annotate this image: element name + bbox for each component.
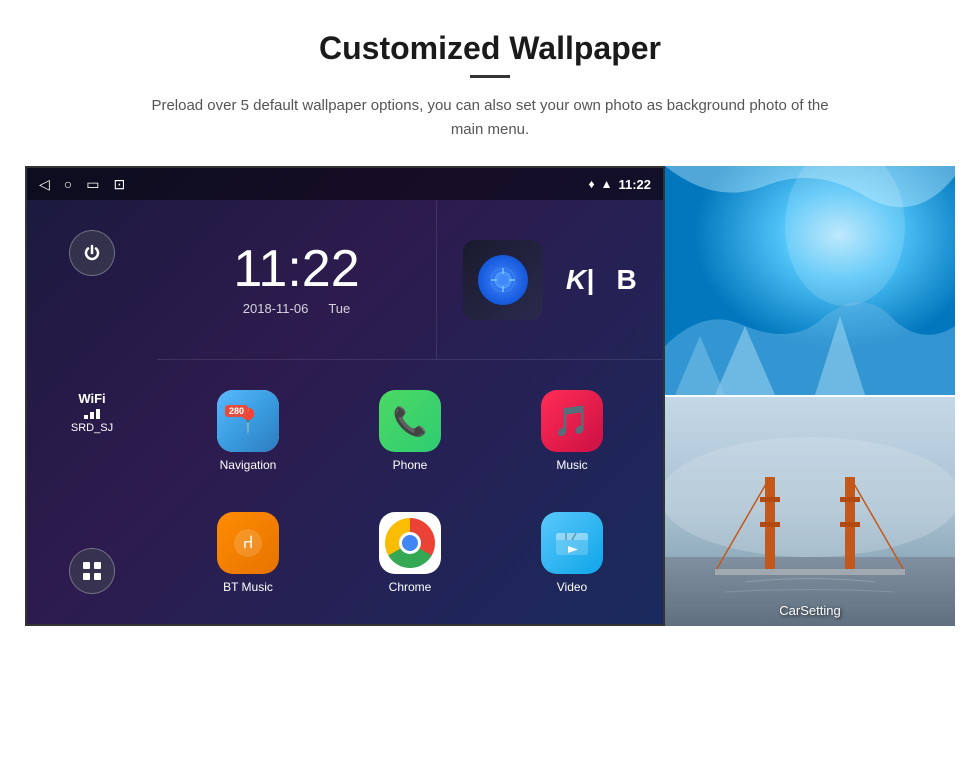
navigation-icon: 📍 xyxy=(217,390,279,452)
title-divider xyxy=(470,75,510,78)
app-item-music[interactable]: 🎵 Music xyxy=(491,370,653,492)
clock-date: 2018-11-06 Tue xyxy=(243,301,350,316)
phone-icon: 📞 xyxy=(379,390,441,452)
chrome-inner-circle xyxy=(399,532,421,554)
power-button[interactable] xyxy=(69,230,115,276)
app-grid: 📍 Navigation 📞 Phone xyxy=(157,360,663,624)
chrome-icon xyxy=(379,512,441,574)
recents-icon[interactable]: ▭ xyxy=(86,176,99,193)
signal-icon xyxy=(478,255,528,305)
right-panels: CarSetting xyxy=(665,166,955,626)
clock-section: 11:22 2018-11-06 Tue xyxy=(157,200,437,360)
left-sidebar: WiFi SRD_SJ xyxy=(27,200,157,624)
clock-time: 11:22 xyxy=(233,243,359,295)
wifi-bar-2 xyxy=(90,412,94,419)
navigation-label: Navigation xyxy=(220,458,277,472)
page-title: Customized Wallpaper xyxy=(319,30,661,67)
car-setting-label: CarSetting xyxy=(665,603,955,618)
screen-wrapper: ◁ ○ ▭ ⊡ ♦ ▲ 11:22 xyxy=(25,166,955,626)
wallpaper-bridge[interactable]: CarSetting xyxy=(665,397,955,626)
status-icons: ♦ ▲ 11:22 xyxy=(588,177,651,192)
page-container: Customized Wallpaper Preload over 5 defa… xyxy=(0,0,980,758)
app-item-navigation[interactable]: 📍 Navigation xyxy=(167,370,329,492)
main-content: 11:22 2018-11-06 Tue xyxy=(157,200,663,624)
nav-icons: ◁ ○ ▭ ⊡ xyxy=(39,176,125,193)
ice-overlay xyxy=(665,166,955,395)
b-label: B xyxy=(616,264,636,296)
k-label: K| xyxy=(566,264,594,296)
android-screen: ◁ ○ ▭ ⊡ ♦ ▲ 11:22 xyxy=(25,166,665,626)
home-icon[interactable]: ○ xyxy=(64,176,72,192)
music-icon: 🎵 xyxy=(541,390,603,452)
music-label: Music xyxy=(556,458,587,472)
wifi-info: WiFi SRD_SJ xyxy=(71,391,113,434)
chrome-outer-ring xyxy=(385,518,435,568)
location-status-icon: ♦ xyxy=(588,177,594,191)
video-icon xyxy=(541,512,603,574)
clock-day: Tue xyxy=(328,301,350,316)
phone-label: Phone xyxy=(393,458,428,472)
app-item-chrome[interactable]: Chrome xyxy=(329,492,491,614)
svg-text:⑁: ⑁ xyxy=(243,532,254,552)
status-time: 11:22 xyxy=(618,177,651,192)
bt-music-icon: ⑁ xyxy=(217,512,279,574)
wifi-bar-3 xyxy=(96,409,100,419)
music-note-icon: 🎵 xyxy=(553,404,590,439)
video-label: Video xyxy=(557,580,587,594)
top-right-section: K| B xyxy=(437,200,663,360)
back-icon[interactable]: ◁ xyxy=(39,176,50,193)
wifi-bar-1 xyxy=(84,415,88,419)
page-description: Preload over 5 default wallpaper options… xyxy=(140,94,840,142)
wallpaper-ice[interactable] xyxy=(665,166,955,395)
map-pin-icon: 📍 xyxy=(233,407,263,436)
phone-handset-icon: 📞 xyxy=(393,405,428,438)
app-item-video[interactable]: Video xyxy=(491,492,653,614)
chrome-label: Chrome xyxy=(389,580,432,594)
wifi-network: SRD_SJ xyxy=(71,422,113,434)
screenshot-icon[interactable]: ⊡ xyxy=(113,176,125,193)
app-item-phone[interactable]: 📞 Phone xyxy=(329,370,491,492)
wifi-bars xyxy=(84,409,100,419)
wifi-label: WiFi xyxy=(78,391,105,406)
apps-button[interactable] xyxy=(69,548,115,594)
bridge-overlay xyxy=(665,397,955,626)
status-bar: ◁ ○ ▭ ⊡ ♦ ▲ 11:22 xyxy=(27,168,663,200)
clock-date-value: 2018-11-06 xyxy=(243,301,309,316)
signal-widget xyxy=(463,240,543,320)
app-item-bt-music[interactable]: ⑁ BT Music xyxy=(167,492,329,614)
wifi-status-icon: ▲ xyxy=(601,177,613,191)
bt-music-label: BT Music xyxy=(223,580,273,594)
nav-map: 📍 xyxy=(217,390,279,452)
